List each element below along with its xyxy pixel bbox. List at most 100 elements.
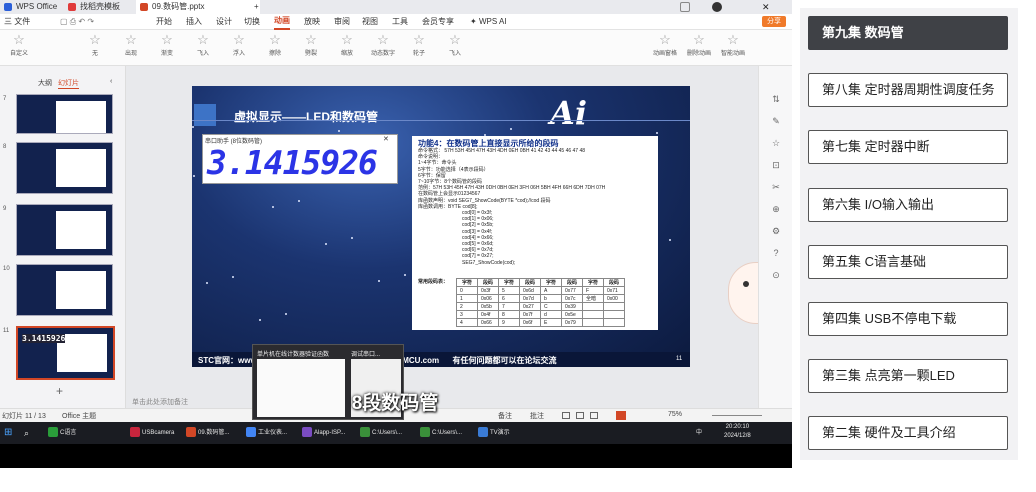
- tab-wps-home[interactable]: WPS Office: [0, 0, 74, 14]
- mascot-eye: [743, 281, 749, 287]
- menu-tab-1[interactable]: 插入: [186, 14, 202, 30]
- episode-item[interactable]: 第三集 点亮第一颗LED: [808, 359, 1008, 394]
- tool-icon[interactable]: ✂: [771, 182, 781, 192]
- comment-button[interactable]: 批注: [530, 411, 544, 421]
- episode-item[interactable]: 第七集 定时器中断: [808, 130, 1008, 165]
- animation-effect-1[interactable]: ☆ 无: [80, 32, 110, 57]
- episode-item[interactable]: 第九集 数码管: [808, 16, 1008, 50]
- zoom-slider[interactable]: [712, 415, 762, 416]
- tool-icon[interactable]: ⊕: [771, 204, 781, 214]
- search-icon[interactable]: ⌕: [24, 425, 29, 441]
- title-divider: [192, 120, 690, 121]
- taskbar-app-1[interactable]: USBcamera: [130, 425, 174, 441]
- ribbon-right-0[interactable]: ☆ 动画窗格: [650, 32, 680, 57]
- table-cell: 8: [498, 310, 520, 319]
- taskbar-app-3[interactable]: 工业仪表...: [246, 425, 287, 441]
- menu-tab-5[interactable]: 放映: [304, 14, 320, 30]
- episode-item[interactable]: 第二集 硬件及工具介绍: [808, 416, 1008, 451]
- animation-effect-11[interactable]: ☆ 飞入: [440, 32, 470, 57]
- animation-effect-9[interactable]: ☆ 动态数字: [368, 32, 398, 57]
- add-slide-button[interactable]: +: [56, 384, 63, 398]
- table-cell: 7: [498, 302, 520, 311]
- tool-icon[interactable]: ?: [771, 248, 781, 258]
- table-cell: 5: [498, 286, 520, 295]
- slide-thumbnail[interactable]: [16, 142, 113, 194]
- tool-icon[interactable]: ☆: [771, 138, 781, 148]
- quick-access-icons[interactable]: ▢ ⎙ ↶ ↷: [60, 17, 94, 27]
- animation-effect-3[interactable]: ☆ 渐变: [152, 32, 182, 57]
- menu-tab-8[interactable]: 工具: [392, 14, 408, 30]
- episode-item[interactable]: 第六集 I/O输入输出: [808, 187, 1008, 222]
- animation-effect-label: 劈裂: [304, 51, 317, 57]
- menu-tab-0[interactable]: 开始: [156, 14, 172, 30]
- reading-view-icon[interactable]: [590, 412, 598, 419]
- animation-effect-2[interactable]: ☆ 出现: [116, 32, 146, 57]
- slide-thumbnail[interactable]: [16, 204, 113, 256]
- tool-icon[interactable]: ⚙: [771, 226, 781, 236]
- tab-pptx[interactable]: 09.数码管.pptx: [136, 0, 260, 14]
- slide-thumbnail[interactable]: [16, 94, 113, 134]
- menu-tab-9[interactable]: 会员专享: [422, 14, 454, 30]
- normal-view-icon[interactable]: [562, 412, 570, 419]
- tool-icon[interactable]: ⊡: [771, 160, 781, 170]
- avatar[interactable]: [712, 2, 722, 12]
- animation-effect-8[interactable]: ☆ 缩放: [332, 32, 362, 57]
- zoom-level[interactable]: 75%: [668, 411, 682, 418]
- close-icon[interactable]: ✕: [762, 2, 770, 12]
- app-icon: [246, 427, 256, 438]
- animation-effect-4[interactable]: ☆ 飞入: [188, 32, 218, 57]
- sorter-view-icon[interactable]: [576, 412, 584, 419]
- notes-hint[interactable]: 单击此处添加备注: [132, 397, 188, 407]
- animation-effect-6[interactable]: ☆ 擦除: [260, 32, 290, 57]
- menu-tab-6[interactable]: 审阅: [334, 14, 350, 30]
- star-decoration: [193, 175, 195, 177]
- animation-effect-10[interactable]: ☆ 轮子: [404, 32, 434, 57]
- menu-tab-2[interactable]: 设计: [216, 14, 232, 30]
- collapse-panel-icon[interactable]: ‹: [110, 78, 112, 85]
- slide-11[interactable]: 虚拟显示——LED和数码管 Ai 串口助手 (8位数码管) ✕ 3.141592…: [192, 86, 690, 367]
- taskbar-app-label: C语言: [60, 430, 77, 436]
- tab-slides[interactable]: 幻灯片: [58, 78, 79, 89]
- tool-icon[interactable]: ⊙: [771, 270, 781, 280]
- animation-effect-0[interactable]: ☆ 自定义: [4, 32, 34, 57]
- menu-tab-4[interactable]: 动画: [274, 14, 290, 30]
- new-tab-button[interactable]: +: [252, 0, 268, 14]
- slide-thumbnail[interactable]: [16, 264, 113, 316]
- star-decoration: [669, 239, 671, 241]
- episode-item[interactable]: 第八集 定时器周期性调度任务: [808, 73, 1008, 108]
- table-cell: 6: [498, 294, 520, 303]
- taskbar-app-6[interactable]: C:\Users\...: [420, 425, 462, 441]
- remarks-button[interactable]: 备注: [498, 411, 512, 421]
- taskbar-app-5[interactable]: C:\Users\...: [360, 425, 402, 441]
- menu-tab-3[interactable]: 切换: [244, 14, 260, 30]
- ribbon-right-1[interactable]: ☆ 删除动画: [684, 32, 714, 57]
- clock[interactable]: 20:20:10 2024/12/8: [724, 423, 751, 441]
- footer-left: STC官网：www.: [198, 356, 259, 365]
- animation-effect-7[interactable]: ☆ 劈裂: [296, 32, 326, 57]
- play-button[interactable]: [616, 411, 626, 420]
- start-icon[interactable]: ⊞: [4, 425, 12, 441]
- tab-outline[interactable]: 大纲: [38, 78, 52, 88]
- window-restore-icon[interactable]: [680, 2, 690, 12]
- taskbar-app-4[interactable]: Alapp-ISP...: [302, 425, 345, 441]
- tool-icon[interactable]: ⇅: [771, 94, 781, 104]
- led-window-close-icon[interactable]: ✕: [383, 135, 389, 143]
- menu-tab-7[interactable]: 视图: [362, 14, 378, 30]
- ribbon-right-2[interactable]: ☆ 智能动画: [718, 32, 748, 57]
- animation-effect-5[interactable]: ☆ 浮入: [224, 32, 254, 57]
- file-menu[interactable]: 三 文件: [4, 14, 30, 30]
- taskbar-app-7[interactable]: TV演示: [478, 425, 510, 441]
- table-cell: 字符: [456, 278, 478, 287]
- tray-lang[interactable]: 中: [696, 425, 702, 441]
- episode-item[interactable]: 第五集 C语言基础: [808, 244, 1008, 279]
- table-cell: 0x27: [519, 302, 541, 311]
- share-button[interactable]: 分享: [762, 16, 786, 27]
- code-line: SEG7_ShowCode(cod);: [462, 259, 516, 266]
- wps-ai-button[interactable]: ✦ WPS AI: [470, 14, 507, 30]
- episode-item[interactable]: 第四集 USB不停电下载: [808, 302, 1008, 336]
- slide-thumbnail[interactable]: 3.1415926: [16, 326, 115, 380]
- tool-icon[interactable]: ✎: [771, 116, 781, 126]
- taskbar-app-0[interactable]: C语言: [48, 425, 76, 441]
- led-display: 3.1415926: [207, 145, 393, 181]
- taskbar-app-2[interactable]: 09.数码管...: [186, 425, 229, 441]
